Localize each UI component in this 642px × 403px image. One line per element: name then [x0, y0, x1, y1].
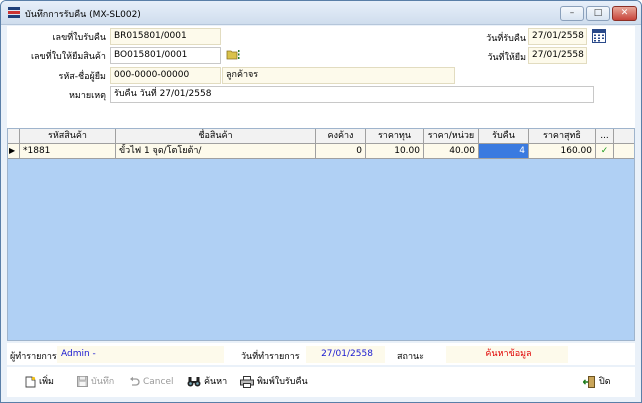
- window-title: บันทึกการรับคืน (MX-SL002): [25, 10, 141, 20]
- lookup-folder-icon[interactable]: [226, 49, 240, 61]
- save-button[interactable]: บันทึก: [77, 374, 114, 390]
- save-disk-icon: [77, 376, 88, 387]
- cancel-button[interactable]: Cancel: [129, 374, 174, 390]
- cell-cost[interactable]: 10.00: [366, 144, 424, 158]
- calendar-icon[interactable]: [592, 29, 606, 43]
- minimize-button[interactable]: –: [560, 6, 584, 21]
- action-toolbar: เพิ่ม บันทึก Cancel ค้นหา พิมพ์ใบรับคืน …: [7, 367, 635, 397]
- column-header-net-price[interactable]: ราคาสุทธิ: [529, 129, 596, 144]
- add-button[interactable]: เพิ่ม: [25, 374, 54, 390]
- header-form: เลขที่ใบรับคืน BR015801/0001 เลขที่ใบให้…: [7, 26, 635, 128]
- add-label: เพิ่ม: [39, 377, 54, 387]
- maximize-button[interactable]: □: [586, 6, 610, 21]
- items-grid: รหัสสินค้า ชื่อสินค้า คงค้าง ราคาทุน ราค…: [7, 128, 635, 341]
- exit-door-icon: [583, 375, 595, 388]
- state-label: สถานะ: [397, 352, 424, 362]
- grid-header-marker: [8, 129, 20, 144]
- check-icon[interactable]: ✓: [596, 144, 614, 158]
- borrow-no-field[interactable]: BO015801/0001: [110, 47, 221, 64]
- cell-returned[interactable]: 4: [479, 144, 529, 158]
- title-bar: บันทึกการรับคืน (MX-SL002) – □ ✕: [1, 1, 641, 25]
- search-label: ค้นหา: [204, 377, 228, 387]
- column-header-returned[interactable]: รับคืน: [479, 129, 529, 144]
- cell-code[interactable]: *1881: [20, 144, 116, 158]
- close-button[interactable]: ปิด: [583, 374, 611, 390]
- date-label: วันที่ทำรายการ: [241, 352, 300, 362]
- printer-icon: [240, 375, 254, 388]
- column-header-code[interactable]: รหัสสินค้า: [20, 129, 116, 144]
- borrow-date-field: 27/01/2558: [528, 47, 587, 64]
- borrow-no-label: เลขที่ใบให้ยืมสินค้า: [30, 52, 106, 62]
- cell-net-price[interactable]: 160.00: [529, 144, 596, 158]
- note-label: หมายเหตุ: [68, 91, 106, 101]
- search-button[interactable]: ค้นหา: [187, 374, 227, 390]
- minimize-icon: –: [569, 8, 575, 18]
- column-header-cost[interactable]: ราคาทุน: [366, 129, 424, 144]
- grid-header: รหัสสินค้า ชื่อสินค้า คงค้าง ราคาทุน ราค…: [8, 129, 634, 144]
- maximize-icon: □: [593, 8, 603, 18]
- print-label: พิมพ์ใบรับคืน: [257, 377, 308, 387]
- note-field[interactable]: รับคืน วันที่ 27/01/2558: [110, 86, 594, 103]
- cell-name[interactable]: ขั้วไฟ 1 จุด/โตโยต้า/: [116, 144, 316, 158]
- close-window-button[interactable]: ✕: [612, 6, 637, 21]
- cancel-label: Cancel: [143, 377, 174, 387]
- row-selector-icon[interactable]: ▶: [8, 144, 20, 158]
- borrow-date-label: วันที่ให้ยืม: [487, 53, 526, 63]
- receive-return-window: บันทึกการรับคืน (MX-SL002) – □ ✕ เลขที่ใ…: [0, 0, 642, 403]
- save-label: บันทึก: [91, 377, 115, 387]
- customer-label: รหัส-ชื่อผู้ยืม: [58, 72, 106, 82]
- column-header-name[interactable]: ชื่อสินค้า: [116, 129, 316, 144]
- binoculars-icon: [187, 377, 201, 387]
- receipt-no-label: เลขที่ใบรับคืน: [52, 33, 106, 43]
- column-header-extra[interactable]: ...: [596, 129, 614, 144]
- customer-code-field[interactable]: 000-0000-00000: [110, 67, 221, 84]
- new-document-icon: [25, 376, 36, 387]
- state-value: ค้นหาข้อมูล: [446, 346, 568, 363]
- date-value: 27/01/2558: [306, 346, 385, 363]
- column-header-outstanding[interactable]: คงค้าง: [316, 129, 366, 144]
- column-header-unit-price[interactable]: ราคา/หน่วย: [424, 129, 479, 144]
- customer-name-field: ลูกค้าจร: [222, 67, 455, 84]
- status-bar: ผู้ทำรายการ Admin - วันที่ทำรายการ 27/01…: [7, 343, 635, 365]
- close-label: ปิด: [599, 377, 611, 387]
- app-icon: [8, 7, 20, 18]
- operator-label: ผู้ทำรายการ: [10, 352, 57, 362]
- close-icon: ✕: [620, 8, 629, 18]
- operator-value: Admin -: [57, 346, 224, 363]
- cell-outstanding[interactable]: 0: [316, 144, 366, 158]
- undo-icon: [130, 376, 140, 386]
- table-row[interactable]: ▶ *1881 ขั้วไฟ 1 จุด/โตโยต้า/ 0 10.00 40…: [8, 144, 634, 159]
- print-receipt-button[interactable]: พิมพ์ใบรับคืน: [240, 374, 308, 390]
- receipt-no-field[interactable]: BR015801/0001: [110, 28, 221, 45]
- receive-date-field[interactable]: 27/01/2558: [528, 28, 587, 45]
- cell-unit-price[interactable]: 40.00: [424, 144, 479, 158]
- receive-date-label: วันที่รับคืน: [486, 34, 526, 44]
